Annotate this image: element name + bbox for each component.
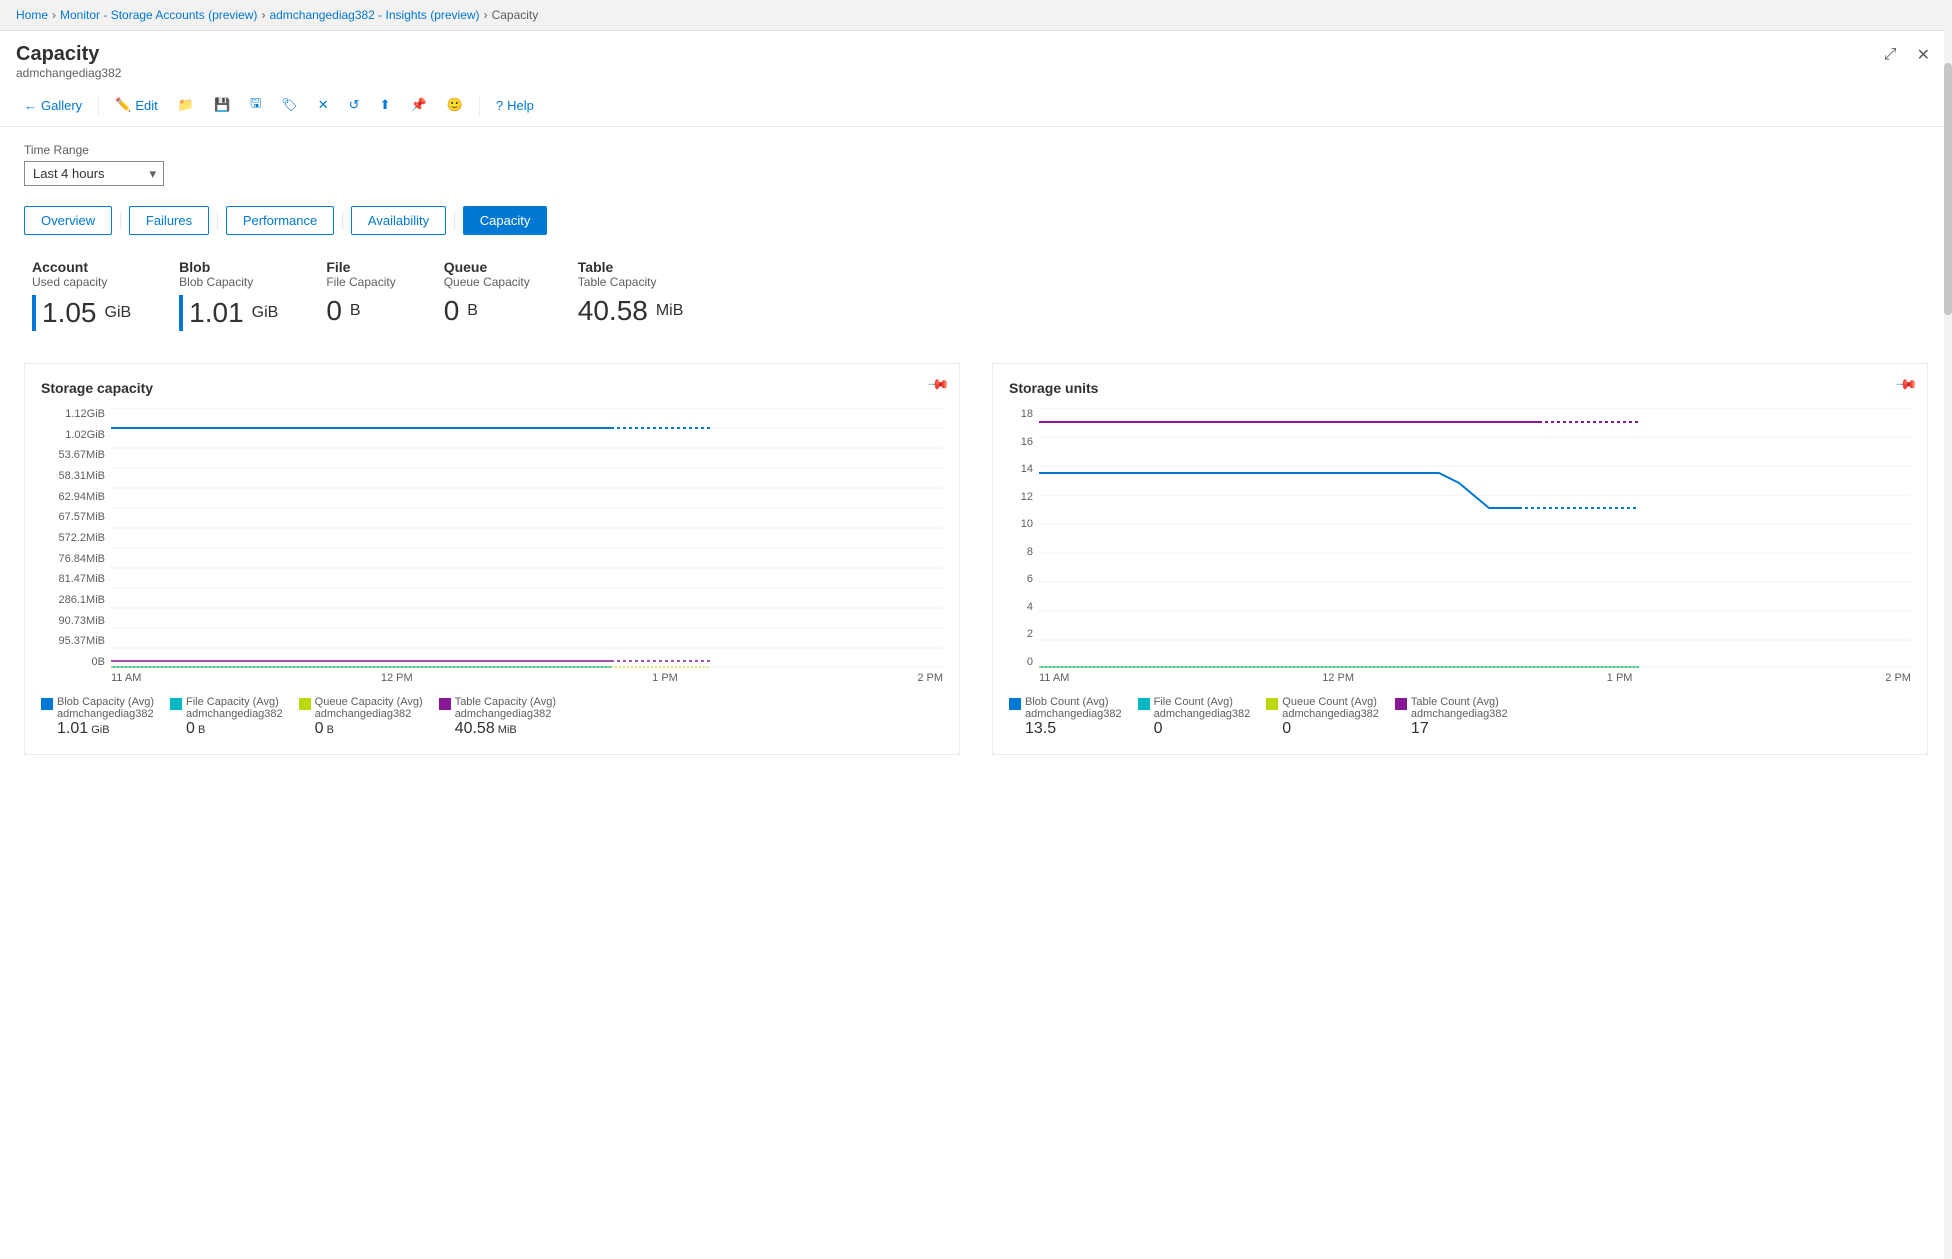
legend-file-count: File Count (Avg)admchangediag382 0 bbox=[1138, 696, 1251, 738]
legend-table-capacity: Table Capacity (Avg)admchangediag382 40.… bbox=[439, 696, 556, 738]
help-icon: ? bbox=[496, 98, 503, 113]
storage-capacity-x-axis: 11 AM 12 PM 1 PM 2 PM bbox=[41, 672, 943, 684]
refresh-button[interactable]: ↺ bbox=[341, 93, 368, 117]
legend-blob-capacity: Blob Capacity (Avg)admchangediag382 1.01… bbox=[41, 696, 154, 738]
gallery-button[interactable]: ← Gallery bbox=[16, 94, 90, 117]
metric-queue: Queue Queue Capacity 0 B bbox=[444, 259, 530, 331]
discard-button[interactable]: ✕ bbox=[310, 93, 337, 117]
metric-file: File File Capacity 0 B bbox=[326, 259, 395, 331]
storage-units-plot bbox=[1039, 408, 1911, 668]
storage-capacity-plot bbox=[111, 408, 943, 668]
edit-icon: ✏️ bbox=[115, 97, 131, 113]
pin-icon: 📌 bbox=[410, 97, 426, 113]
storage-capacity-svg bbox=[111, 408, 943, 668]
feedback-icon: 🙂 bbox=[447, 97, 463, 113]
tab-capacity[interactable]: Capacity bbox=[463, 206, 548, 235]
time-range-section: Time Range Last 4 hours Last 1 hour Last… bbox=[24, 143, 1928, 186]
breadcrumb-current: Capacity bbox=[492, 8, 539, 22]
back-arrow-icon: ← bbox=[24, 98, 37, 113]
save-as-button[interactable]: 📁 bbox=[170, 93, 202, 117]
toolbar-separator-2 bbox=[479, 95, 480, 115]
edit-label: Edit bbox=[135, 98, 157, 113]
feedback-button[interactable]: 🙂 bbox=[439, 93, 471, 117]
breadcrumb-monitor[interactable]: Monitor - Storage Accounts (preview) bbox=[60, 8, 257, 22]
storage-units-chart: Storage units 📌 18 16 14 12 10 8 6 4 2 0 bbox=[992, 363, 1928, 755]
metric-bar-account bbox=[32, 295, 36, 331]
pin-toolbar-button[interactable]: 📌 bbox=[402, 93, 434, 117]
help-label: Help bbox=[507, 98, 534, 113]
time-range-label: Time Range bbox=[24, 143, 1928, 157]
close-button[interactable]: ✕ bbox=[1911, 43, 1936, 67]
legend-blob-count: Blob Count (Avg)admchangediag382 13.5 bbox=[1009, 696, 1122, 738]
refresh-icon: ↺ bbox=[349, 97, 360, 113]
share-icon: ⬆ bbox=[380, 97, 391, 113]
tab-overview[interactable]: Overview bbox=[24, 206, 112, 235]
breadcrumb: Home › Monitor - Storage Accounts (previ… bbox=[0, 0, 1952, 31]
legend-queue-count: Queue Count (Avg)admchangediag382 0 bbox=[1266, 696, 1379, 738]
legend-table-count: Table Count (Avg)admchangediag382 17 bbox=[1395, 696, 1508, 738]
time-range-select[interactable]: Last 4 hours Last 1 hour Last 12 hours L… bbox=[24, 161, 164, 186]
share-button[interactable]: ⬆ bbox=[372, 93, 399, 117]
metric-blob: Blob Blob Capacity 1.01 GiB bbox=[179, 259, 278, 331]
disk-icon: 💾 bbox=[214, 97, 230, 113]
scrollbar-thumb[interactable] bbox=[1944, 63, 1952, 315]
scrollbar-track[interactable] bbox=[1944, 0, 1952, 1259]
storage-units-svg bbox=[1039, 408, 1911, 668]
breadcrumb-insights[interactable]: admchangediag382 - Insights (preview) bbox=[269, 8, 479, 22]
toolbar-separator-1 bbox=[98, 95, 99, 115]
save-button[interactable]: 💾 bbox=[206, 93, 238, 117]
tab-performance[interactable]: Performance bbox=[226, 206, 334, 235]
tag-button[interactable]: 🏷 bbox=[273, 93, 306, 117]
copy-disk-icon: 🖫 bbox=[250, 94, 261, 116]
metrics-row: Account Used capacity 1.05 GiB Blob Blob… bbox=[24, 259, 1928, 331]
pin-button[interactable]: ⤢ bbox=[1878, 43, 1903, 67]
gallery-label: Gallery bbox=[41, 98, 82, 113]
save-copy-button[interactable]: 🖫 bbox=[242, 90, 269, 120]
storage-capacity-legend: Blob Capacity (Avg)admchangediag382 1.01… bbox=[41, 696, 943, 738]
metric-table: Table Table Capacity 40.58 MiB bbox=[578, 259, 684, 331]
storage-capacity-title: Storage capacity bbox=[41, 380, 943, 396]
storage-units-legend: Blob Count (Avg)admchangediag382 13.5 Fi… bbox=[1009, 696, 1911, 738]
x-icon: ✕ bbox=[318, 97, 329, 113]
charts-row: Storage capacity 📌 1.12GiB 1.02GiB 53.67… bbox=[24, 363, 1928, 755]
storage-units-y-axis: 18 16 14 12 10 8 6 4 2 0 bbox=[1009, 408, 1039, 668]
tag-icon: 🏷 bbox=[281, 97, 298, 113]
legend-queue-capacity: Queue Capacity (Avg)admchangediag382 0 B bbox=[299, 696, 423, 738]
breadcrumb-home[interactable]: Home bbox=[16, 8, 48, 22]
help-button[interactable]: ? Help bbox=[488, 94, 542, 117]
storage-units-title: Storage units bbox=[1009, 380, 1911, 396]
tab-availability[interactable]: Availability bbox=[351, 206, 446, 235]
metric-bar-blob bbox=[179, 295, 183, 331]
storage-capacity-y-axis: 1.12GiB 1.02GiB 53.67MiB 58.31MiB 62.94M… bbox=[41, 408, 111, 668]
storage-capacity-chart: Storage capacity 📌 1.12GiB 1.02GiB 53.67… bbox=[24, 363, 960, 755]
storage-units-x-axis: 11 AM 12 PM 1 PM 2 PM bbox=[1009, 672, 1911, 684]
tab-failures[interactable]: Failures bbox=[129, 206, 209, 235]
metric-account: Account Used capacity 1.05 GiB bbox=[32, 259, 131, 331]
page-title: Capacity bbox=[16, 43, 121, 66]
folder-icon: 📁 bbox=[178, 97, 194, 113]
legend-file-capacity: File Capacity (Avg)admchangediag382 0 B bbox=[170, 696, 283, 738]
page-subtitle: admchangediag382 bbox=[16, 66, 121, 80]
nav-tabs: Overview | Failures | Performance | Avai… bbox=[24, 206, 1928, 235]
edit-button[interactable]: ✏️ Edit bbox=[107, 93, 166, 117]
